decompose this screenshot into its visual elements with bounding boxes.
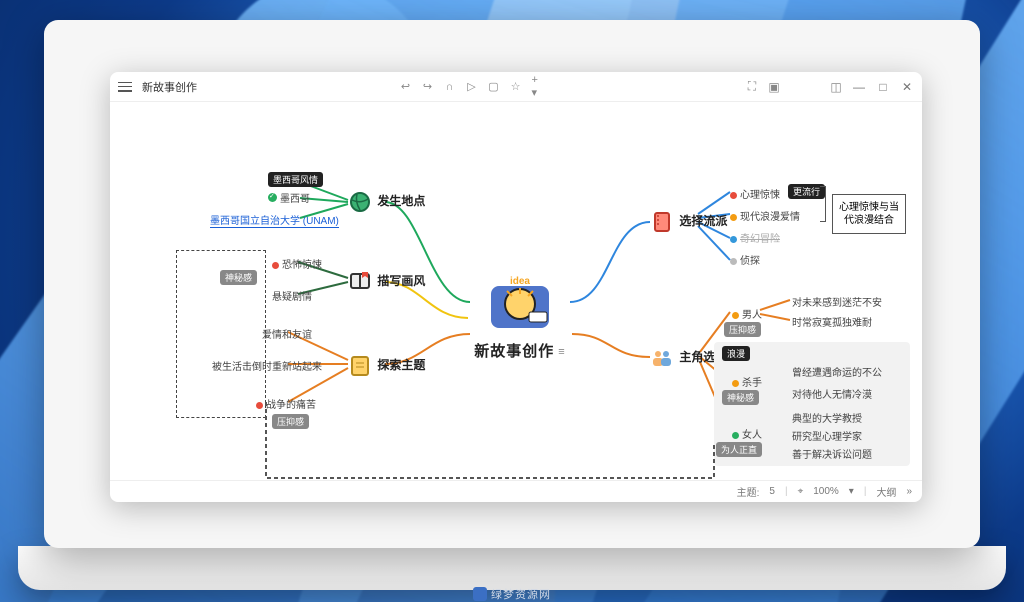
protagonist-man[interactable]: 男人 <box>732 306 762 321</box>
locate-icon[interactable]: ⌖ <box>798 486 804 497</box>
zoom-level[interactable]: 100% <box>813 486 839 497</box>
genre-summary[interactable]: 心理惊悚与当代浪漫结合 <box>832 194 906 234</box>
app-title: 新故事创作 <box>142 79 197 95</box>
redo-icon[interactable]: ▷ <box>466 81 478 93</box>
titlebar: 新故事创作 ↩ ↪ ∩ ▷ ▢ ☆ + ▾ ⛶ ▣ ◫ — □ ✕ <box>110 72 922 102</box>
panel-icon[interactable]: ◫ <box>830 81 842 93</box>
watermark-icon <box>473 587 487 601</box>
fullscreen-icon[interactable]: ⛶ <box>746 81 758 93</box>
add-icon[interactable]: + ▾ <box>532 81 544 93</box>
branch-theme[interactable]: 探索主题 <box>348 354 425 378</box>
app-window: 新故事创作 ↩ ↪ ∩ ▷ ▢ ☆ + ▾ ⛶ ▣ ◫ — □ ✕ <box>110 72 922 502</box>
man-tag[interactable]: 压抑感 <box>724 322 761 337</box>
protagonist-woman[interactable]: 女人 <box>732 426 762 441</box>
mindmap-canvas[interactable]: idea 新故事创作 ≡ 发生地点 墨西哥风情 墨西哥 墨西哥国立自治大学 (UN… <box>110 102 922 480</box>
star-icon[interactable]: ☆ <box>510 81 522 93</box>
laptop-base <box>18 546 1006 590</box>
killer-tag[interactable]: 神秘感 <box>722 390 759 405</box>
woman-item-1[interactable]: 研究型心理学家 <box>792 428 862 443</box>
location-tag[interactable]: 墨西哥风情 <box>268 172 323 187</box>
notebook-icon <box>650 210 674 234</box>
play-icon[interactable]: ▢ <box>488 81 500 93</box>
people-icon <box>650 346 674 370</box>
romance-tag[interactable]: 浪漫 <box>722 346 750 361</box>
man-item-1[interactable]: 时常寂寞孤独难耐 <box>792 314 872 329</box>
close-button[interactable]: ✕ <box>900 80 914 94</box>
svg-text:idea: idea <box>510 276 530 287</box>
summary-bracket <box>820 186 826 222</box>
undo-icon[interactable]: ∩ <box>444 81 456 93</box>
forward-icon[interactable]: ↪ <box>422 81 434 93</box>
topics-count: 5 <box>769 486 775 497</box>
idea-icon: idea <box>485 272 555 334</box>
style-item-0[interactable]: 恐怖惊悚 <box>272 256 322 271</box>
killer-item-1[interactable]: 对待他人无情冷漠 <box>792 386 872 401</box>
toolbar-center: ↩ ↪ ∩ ▷ ▢ ☆ + ▾ <box>400 81 544 93</box>
maximize-button[interactable]: □ <box>876 80 890 94</box>
back-icon[interactable]: ↩ <box>400 81 412 93</box>
center-node[interactable]: idea 新故事创作 ≡ <box>450 272 590 361</box>
genre-item-3[interactable]: 侦探 <box>730 252 760 267</box>
woman-item-0[interactable]: 典型的大学教授 <box>792 410 862 425</box>
branch-location[interactable]: 发生地点 <box>348 190 425 214</box>
theme-item-0[interactable]: 爱情和友谊 <box>262 326 312 341</box>
zoom-dropdown-icon[interactable]: ▾ <box>849 486 854 497</box>
genre-item-2[interactable]: 奇幻冒险 <box>730 230 780 245</box>
topics-label: 主题: <box>737 484 760 499</box>
man-item-0[interactable]: 对未来感到迷茫不安 <box>792 294 882 309</box>
boundary-box <box>176 250 266 418</box>
location-check[interactable]: 墨西哥 <box>268 190 310 205</box>
note-icon <box>348 354 372 378</box>
center-title[interactable]: 新故事创作 <box>474 343 554 360</box>
style-item-1[interactable]: 悬疑剧情 <box>272 288 312 303</box>
theme-item-1[interactable]: 被生活击倒时重新站起来 <box>212 358 322 373</box>
book-icon <box>348 270 372 294</box>
menu-icon[interactable] <box>118 82 132 92</box>
branch-genre[interactable]: 选择流派 <box>650 210 727 234</box>
woman-item-2[interactable]: 善于解决诉讼问题 <box>792 446 872 461</box>
minimize-button[interactable]: — <box>852 80 866 94</box>
outline-button[interactable]: 大纲 <box>876 484 896 499</box>
watermark: 绿梦资源网 <box>473 586 551 602</box>
theme-bottom-tag[interactable]: 压抑感 <box>272 414 309 429</box>
present-icon[interactable]: ▣ <box>768 81 780 93</box>
detail-icon[interactable]: ≡ <box>558 346 565 358</box>
killer-item-0[interactable]: 曾经遭遇命运的不公 <box>792 364 882 379</box>
statusbar: 主题: 5 | ⌖ 100%▾ | 大纲 » <box>110 480 922 502</box>
protagonist-killer[interactable]: 杀手 <box>732 374 762 389</box>
globe-icon <box>348 190 372 214</box>
location-link[interactable]: 墨西哥国立自治大学 (UNAM) <box>210 212 339 228</box>
collapse-icon[interactable]: » <box>906 486 912 497</box>
genre-item-0[interactable]: 心理惊悚 <box>730 186 780 201</box>
branch-style[interactable]: 描写画风 <box>348 270 425 294</box>
woman-tag[interactable]: 为人正直 <box>716 442 762 457</box>
genre-item-1[interactable]: 现代浪漫爱情 <box>730 208 800 223</box>
theme-item-2[interactable]: 战争的痛苦 <box>256 396 316 411</box>
